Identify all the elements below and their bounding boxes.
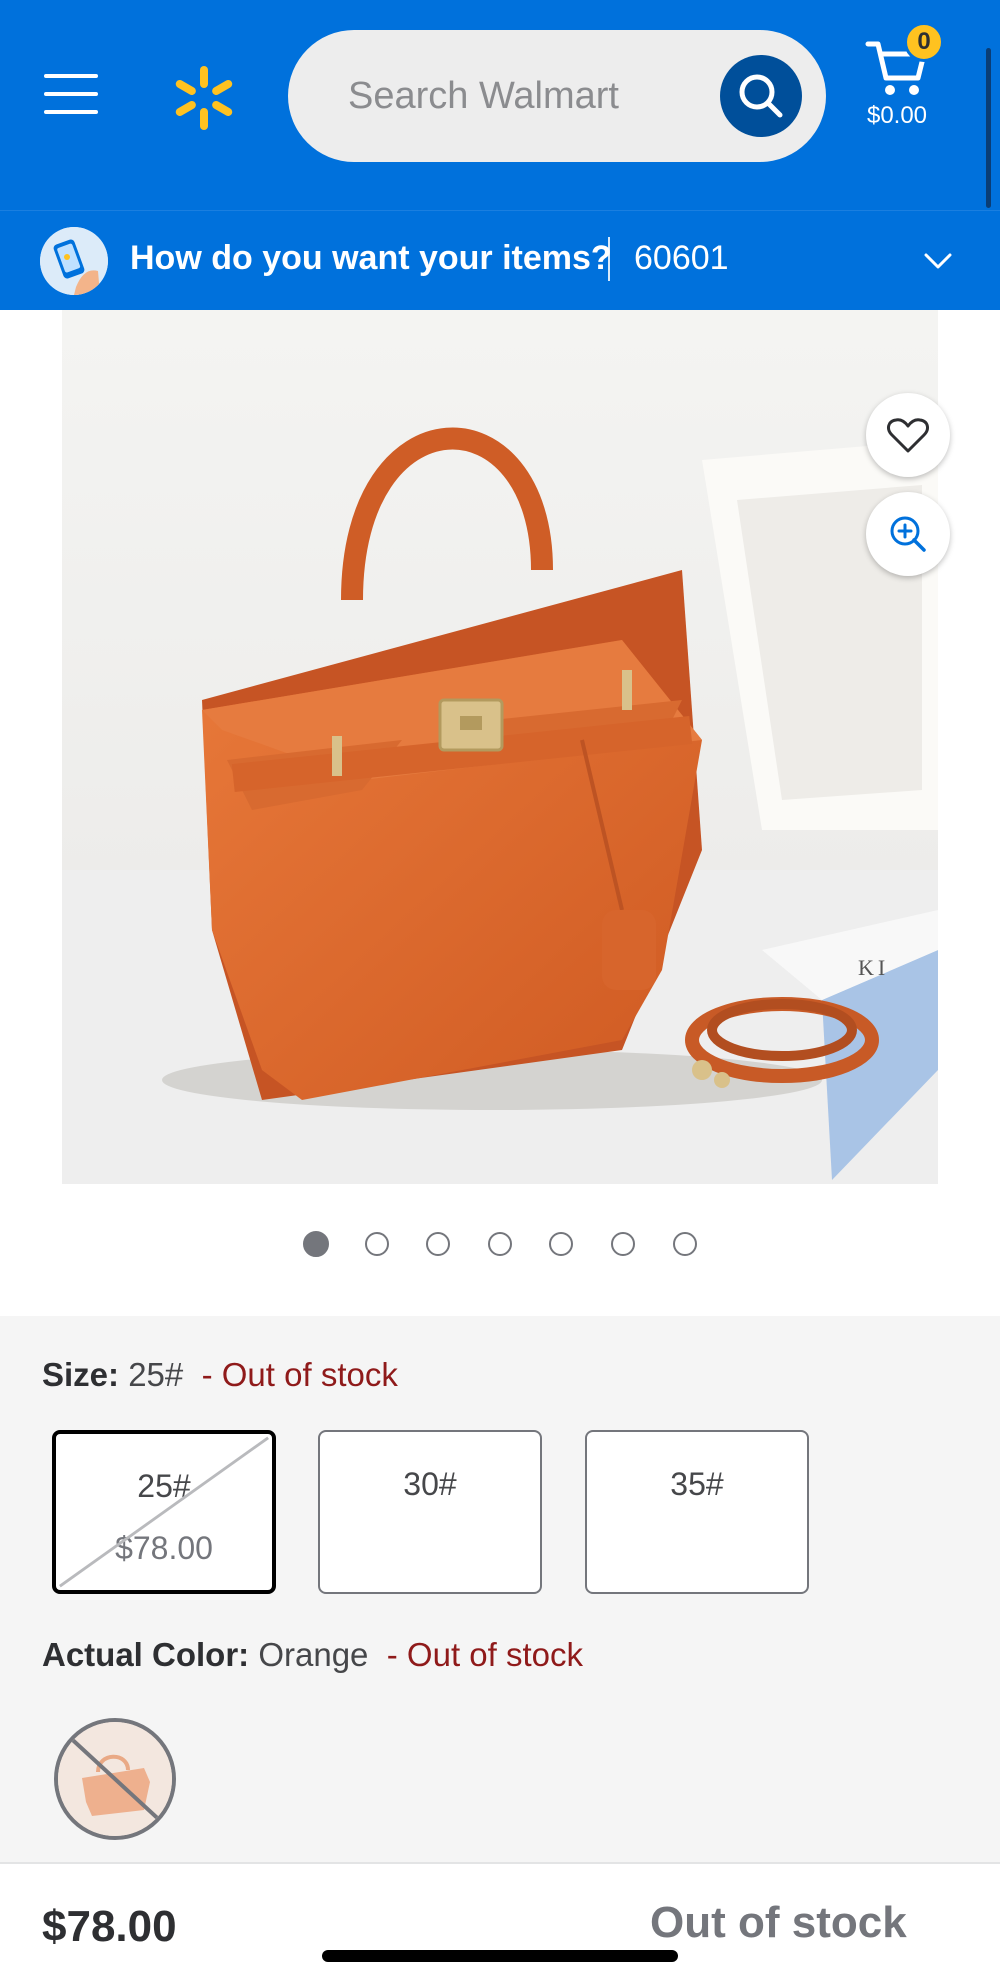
cart-button[interactable]: 0 $0.00 — [862, 22, 982, 136]
cart-count-badge: 0 — [904, 22, 944, 62]
size-option-25[interactable]: 25# $78.00 — [52, 1430, 276, 1594]
walmart-spark-logo[interactable] — [170, 64, 238, 132]
selected-color: Orange — [258, 1636, 369, 1673]
scrollbar[interactable] — [986, 48, 991, 208]
carousel-dot[interactable] — [426, 1232, 450, 1256]
top-header: 0 $0.00 — [0, 0, 1000, 210]
chevron-down-icon — [924, 253, 952, 269]
divider — [608, 237, 610, 281]
color-variant-label: Actual Color: Orange - Out of stock — [42, 1636, 583, 1674]
product-image[interactable]: KI — [62, 310, 938, 1184]
search-button[interactable] — [720, 55, 802, 137]
color-label: Actual Color: — [42, 1636, 250, 1673]
size-label: Size: — [42, 1356, 120, 1393]
carousel-dot[interactable] — [303, 1231, 329, 1257]
color-swatch-orange[interactable] — [54, 1718, 176, 1840]
out-of-stock-button[interactable]: Out of stock — [650, 1898, 970, 1954]
product-price: $78.00 — [42, 1902, 177, 1951]
fulfillment-question: How do you want your items? — [130, 239, 612, 277]
fulfillment-icon — [40, 227, 108, 295]
carousel-dot[interactable] — [549, 1232, 573, 1256]
size-option-name: 30# — [403, 1466, 457, 1502]
home-indicator[interactable] — [322, 1950, 678, 1962]
color-stock-status: - Out of stock — [386, 1636, 583, 1673]
size-option-30[interactable]: 30# — [318, 1430, 542, 1594]
zoom-button[interactable] — [866, 492, 950, 576]
size-option-name: 35# — [670, 1466, 724, 1502]
fulfillment-selector[interactable]: How do you want your items? 60601 — [0, 210, 1000, 310]
zoom-in-icon — [890, 516, 926, 552]
carousel-dot[interactable] — [488, 1232, 512, 1256]
carousel-dot[interactable] — [673, 1232, 697, 1256]
svg-text:KI: KI — [858, 955, 889, 980]
image-carousel-indicators — [0, 1230, 1000, 1260]
search-input[interactable] — [348, 70, 708, 122]
heart-icon — [887, 418, 929, 453]
size-stock-status: - Out of stock — [201, 1356, 398, 1393]
unavailable-strike — [59, 1436, 269, 1588]
selected-size: 25# — [128, 1356, 184, 1393]
carousel-dot[interactable] — [611, 1232, 635, 1256]
menu-icon[interactable] — [44, 70, 100, 118]
cart-total: $0.00 — [866, 102, 928, 129]
carousel-dot[interactable] — [365, 1232, 389, 1256]
search-bar — [288, 30, 826, 162]
size-variant-label: Size: 25# - Out of stock — [42, 1356, 398, 1394]
add-to-favorites-button[interactable] — [866, 393, 950, 477]
bottom-purchase-bar: $78.00 Out of stock — [0, 1862, 1000, 1988]
search-icon — [739, 74, 783, 118]
zip-code: 60601 — [634, 239, 729, 277]
size-option-35[interactable]: 35# — [585, 1430, 809, 1594]
